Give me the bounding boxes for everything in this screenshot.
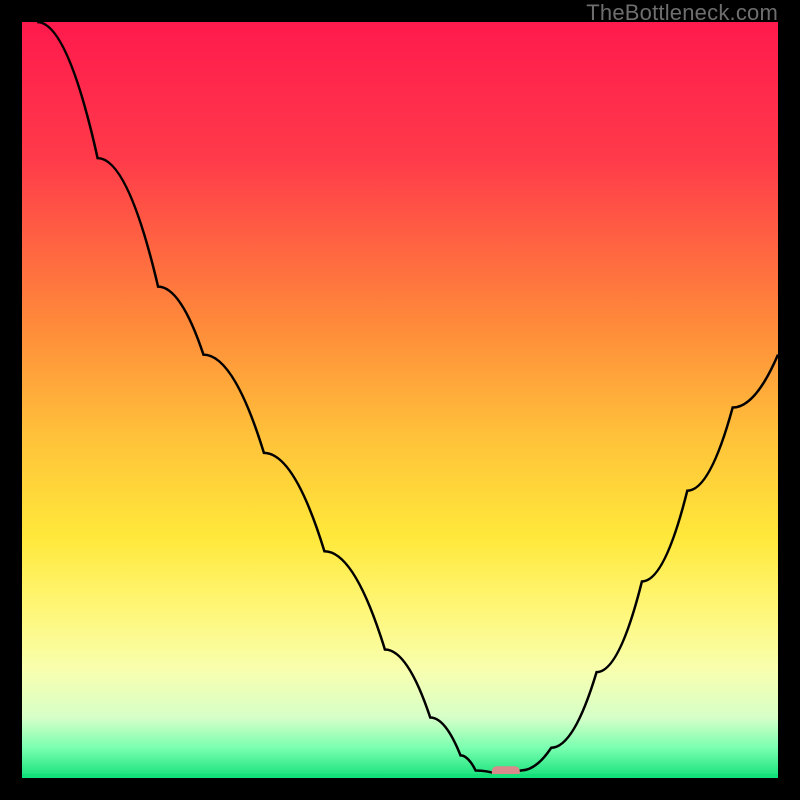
plot-area — [22, 22, 778, 778]
chart-frame — [22, 22, 778, 778]
gradient-background — [22, 22, 778, 778]
bottleneck-chart — [22, 22, 778, 778]
watermark-text: TheBottleneck.com — [586, 0, 778, 26]
